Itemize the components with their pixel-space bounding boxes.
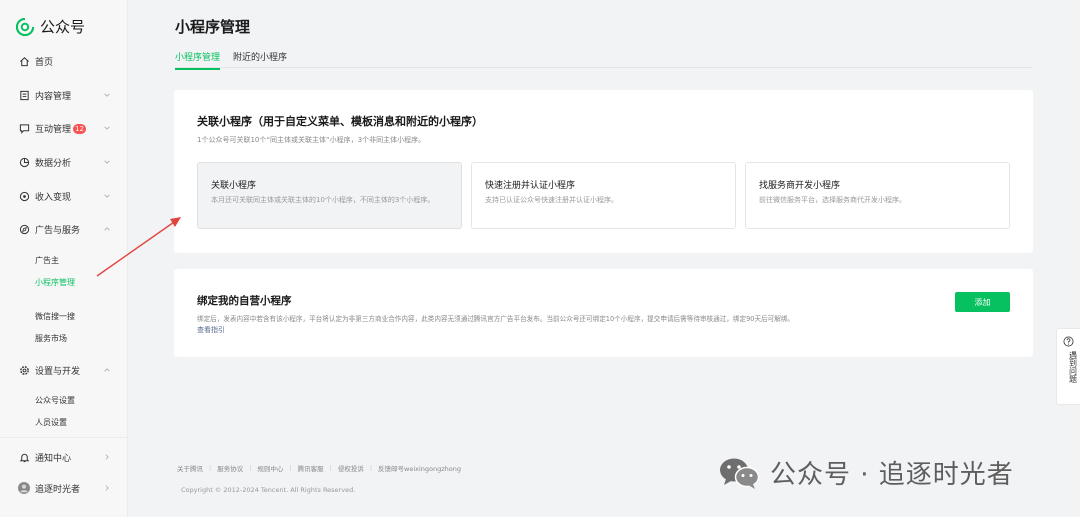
chevron-right-icon <box>102 483 112 493</box>
tab-miniprogram-management[interactable]: 小程序管理 <box>175 50 221 70</box>
option-link-miniprogram[interactable]: 关联小程序 本月还可关联同主体或关联主体的10个小程序，不同主体的3个小程序。 <box>197 162 462 229</box>
option-title: 快速注册并认证小程序 <box>485 181 576 191</box>
wechat-icon <box>720 458 760 489</box>
question-circle-icon <box>1063 336 1074 347</box>
footer-link-rules[interactable]: 规则中心 <box>257 463 283 473</box>
tab-bar: 小程序管理 附近的小程序 <box>175 50 1033 70</box>
add-button[interactable]: 添加 <box>955 292 1010 312</box>
chevron-down-icon <box>102 90 112 100</box>
sidebar-subitem-miniprogram[interactable]: 小程序管理 <box>35 277 75 288</box>
footer-separator: | <box>329 464 332 472</box>
view-guide-link[interactable]: 查看指引 <box>197 325 225 335</box>
chevron-down-icon <box>102 123 112 133</box>
footer-link-about[interactable]: 关于腾讯 <box>177 463 203 473</box>
sidebar-item-label: 追逐时光者 <box>35 484 81 495</box>
sidebar-item-settings[interactable]: 设置与开发 <box>0 360 128 380</box>
help-label: 遇到问题 <box>1068 351 1078 383</box>
sidebar-item-label: 互动管理 <box>35 124 72 135</box>
chevron-up-icon <box>102 224 112 234</box>
sidebar-item-content[interactable]: 内容管理 <box>0 85 128 105</box>
sidebar-item-label: 设置与开发 <box>35 366 81 377</box>
compass-icon <box>18 223 30 235</box>
section-title: 绑定我的自营小程序 <box>197 295 292 307</box>
footer-separator: | <box>289 464 292 472</box>
footer-link-support[interactable]: 腾讯客服 <box>298 463 324 473</box>
document-icon <box>18 89 30 101</box>
annotation-arrow <box>96 217 181 277</box>
footer-separator: | <box>249 464 252 472</box>
pie-chart-icon <box>18 156 30 168</box>
sidebar-divider <box>0 437 128 438</box>
home-icon <box>18 55 30 67</box>
app-name: 公众号 <box>40 18 86 36</box>
sidebar-item-home[interactable]: 首页 <box>0 51 128 71</box>
option-description: 本月还可关联同主体或关联主体的10个小程序，不同主体的3个小程序。 <box>211 196 435 204</box>
sidebar-item-notifications[interactable]: 通知中心 <box>0 447 128 467</box>
sidebar-item-ads[interactable]: 广告与服务 <box>0 219 128 239</box>
sidebar-item-label: 数据分析 <box>35 158 72 169</box>
sidebar-item-label: 内容管理 <box>35 91 72 102</box>
sidebar-item-user[interactable]: 追逐时光者 <box>0 478 128 498</box>
section-description: 1个公众号可关联10个“同主体或关联主体”小程序，3个非同主体小程序。 <box>197 136 426 144</box>
option-find-provider[interactable]: 找服务商开发小程序 前往微信服务平台，选择服务商代开发小程序。 <box>745 162 1010 229</box>
tab-nearby-miniprograms[interactable]: 附近的小程序 <box>233 50 287 68</box>
watermark-text: 公众号 · 追逐时光者 <box>770 460 1014 490</box>
sidebar-item-label: 首页 <box>35 57 54 68</box>
sidebar-subitem-service-market[interactable]: 服务市场 <box>35 333 67 344</box>
chevron-down-icon <box>102 157 112 167</box>
gear-icon <box>18 364 30 376</box>
watermark: 公众号 · 追逐时光者 <box>718 454 1014 491</box>
help-tab[interactable]: 遇到问题 <box>1056 328 1080 405</box>
link-miniprogram-card: 关联小程序（用于自定义菜单、模板消息和附近的小程序） 1个公众号可关联10个“同… <box>174 90 1033 253</box>
copyright: Copyright © 2012-2024 Tencent. All Right… <box>181 486 356 494</box>
unread-badge: 12 <box>73 124 86 134</box>
section-title: 关联小程序（用于自定义菜单、模板消息和附近的小程序） <box>197 115 483 128</box>
page-title: 小程序管理 <box>175 18 251 36</box>
footer-link-feedback[interactable]: 反馈邮号weixingongzhong <box>378 463 461 473</box>
bind-miniprogram-card: 绑定我的自营小程序 绑定后，发表内容中若含有该小程序，平台将认定为非第三方商业合… <box>174 269 1033 357</box>
option-title: 关联小程序 <box>211 181 257 191</box>
footer-separator: | <box>209 464 212 472</box>
coin-icon <box>18 190 30 202</box>
sidebar-subitem-search[interactable]: 微信搜一搜 <box>35 311 75 322</box>
sidebar-item-interaction[interactable]: 互动管理 12 <box>0 118 128 138</box>
sidebar-subitem-advertiser[interactable]: 广告主 <box>35 255 59 266</box>
footer-link-complaint[interactable]: 侵权投诉 <box>338 463 364 473</box>
sidebar-item-label: 通知中心 <box>35 453 72 464</box>
sidebar-item-label: 收入变现 <box>35 192 72 203</box>
option-description: 前往微信服务平台，选择服务商代开发小程序。 <box>759 196 906 204</box>
option-quick-register[interactable]: 快速注册并认证小程序 支持已认证公众号快速注册并认证小程序。 <box>471 162 736 229</box>
option-title: 找服务商开发小程序 <box>759 181 841 191</box>
avatar <box>18 482 30 494</box>
chevron-down-icon <box>102 191 112 201</box>
footer-separator: | <box>369 464 373 472</box>
chat-icon <box>18 122 30 134</box>
sidebar: 公众号 首页 内容管理 互动管理 12 数据分析 收入变现 广告与服务 广告主 … <box>0 0 128 517</box>
option-description: 支持已认证公众号快速注册并认证小程序。 <box>485 196 618 204</box>
sidebar-subitem-account-settings[interactable]: 公众号设置 <box>35 395 75 406</box>
chevron-up-icon <box>102 365 112 375</box>
sidebar-item-label: 广告与服务 <box>35 225 81 236</box>
footer-links: 关于腾讯 | 服务协议 | 规则中心 | 腾讯客服 | 侵权投诉 | 反馈邮号weixin… <box>177 463 461 473</box>
sidebar-subitem-staff-settings[interactable]: 人员设置 <box>35 417 67 428</box>
bell-icon <box>18 451 30 463</box>
section-description: 绑定后，发表内容中若含有该小程序，平台将认定为非第三方商业合作内容，此类内容无须… <box>197 315 795 323</box>
sidebar-item-revenue[interactable]: 收入变现 <box>0 186 128 206</box>
chevron-right-icon <box>102 452 112 462</box>
footer-link-terms[interactable]: 服务协议 <box>217 463 243 473</box>
logo[interactable]: 公众号 <box>16 16 85 37</box>
sidebar-item-analytics[interactable]: 数据分析 <box>0 152 128 172</box>
sidebar-item-label-wrap: 互动管理 12 <box>35 122 86 135</box>
logo-icon <box>16 17 34 36</box>
